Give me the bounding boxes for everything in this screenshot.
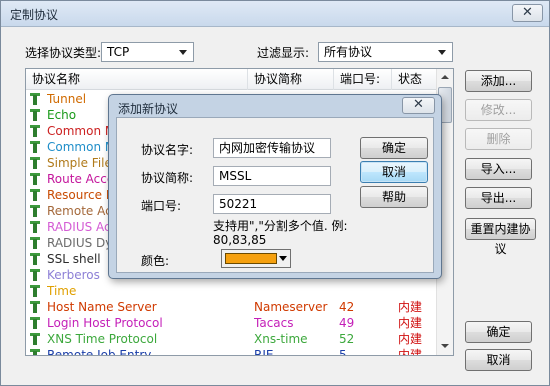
cell-protocol-name: Remote Job Entry — [47, 348, 152, 356]
protocol-icon — [30, 349, 40, 355]
display-filter-select[interactable]: 所有协议 — [318, 42, 453, 62]
cell-protocol-abbr: Tacacs — [254, 316, 294, 330]
port-hint-line-2: 80,83,85 — [213, 233, 267, 247]
dialog-title: 添加新协议 — [118, 102, 179, 116]
protocol-icon — [30, 237, 40, 249]
chevron-down-icon — [279, 256, 287, 261]
protocol-icon — [30, 189, 40, 201]
protocol-icon — [30, 157, 40, 169]
protocol-name-field[interactable]: 内网加密传输协议 — [213, 138, 331, 158]
list-header: 协议名称 协议简称 端口号: 状态 — [26, 69, 453, 90]
color-swatch — [225, 253, 277, 264]
cell-protocol-name: Host Name Server — [47, 300, 157, 314]
protocol-icon — [30, 221, 40, 233]
table-row[interactable]: XNS Time Protocol Xns-time 52 内建 — [26, 331, 453, 347]
cell-protocol-abbr: Nameserver — [254, 300, 328, 314]
cell-protocol-abbr: Xns-time — [254, 332, 308, 346]
scroll-down-arrow-icon[interactable] — [437, 338, 453, 355]
table-row[interactable]: Remote Job Entry RJE 5 内建 — [26, 347, 453, 356]
protocol-icon — [30, 173, 40, 185]
window-close-button[interactable]: ✕ — [512, 4, 543, 22]
cell-status: 内建 — [398, 316, 423, 330]
column-header-port[interactable]: 端口号: — [334, 69, 392, 90]
scroll-up-arrow-icon[interactable] — [437, 69, 453, 86]
table-row[interactable]: Host Name Server Nameserver 42 内建 — [26, 299, 453, 315]
protocol-type-select[interactable]: TCP — [101, 42, 194, 62]
display-filter-label: 过滤显示: — [257, 46, 310, 60]
protocol-icon — [30, 93, 40, 105]
cell-protocol-name: Time — [47, 284, 77, 298]
dialog-body: 协议名字: 内网加密传输协议 协议简称: MSSL 端口号: 50221 支持用… — [116, 117, 434, 273]
protocol-abbr-field[interactable]: MSSL — [213, 166, 331, 186]
cell-port: 52 — [339, 332, 355, 346]
protocol-icon — [30, 109, 40, 121]
ok-button[interactable]: 确定 — [465, 321, 532, 343]
dialog-ok-button[interactable]: 确定 — [360, 137, 428, 159]
cell-protocol-name: XNS Time Protocol — [47, 332, 158, 346]
table-row[interactable]: Login Host Protocol Tacacs 49 内建 — [26, 315, 453, 331]
title-bar: 定制协议 ✕ — [1, 1, 549, 27]
column-header-name[interactable]: 协议名称 — [26, 69, 248, 90]
import-button[interactable]: 导入... — [465, 158, 532, 180]
protocol-icon — [30, 253, 40, 265]
protocol-icon — [30, 205, 40, 217]
column-header-abbr[interactable]: 协议简称 — [248, 69, 334, 90]
modify-button[interactable]: 修改... — [465, 99, 532, 121]
protocol-icon — [30, 333, 40, 345]
delete-button[interactable]: 删除 — [465, 128, 532, 150]
export-button[interactable]: 导出... — [465, 187, 532, 209]
port-hint-line-1: 支持用","分割多个值. 例: — [213, 219, 348, 233]
protocol-type-value: TCP — [107, 45, 130, 59]
cell-protocol-abbr: RJE — [254, 348, 274, 356]
color-picker[interactable] — [221, 249, 291, 268]
cell-status: 内建 — [398, 348, 423, 356]
dialog-close-button[interactable]: ✕ — [402, 97, 435, 114]
cell-port — [339, 283, 389, 299]
cell-status — [398, 283, 434, 299]
protocol-icon — [30, 269, 40, 281]
port-label: 端口号: — [141, 199, 182, 213]
cell-status: 内建 — [398, 332, 423, 346]
color-label: 颜色: — [141, 254, 170, 268]
cell-protocol-name: Login Host Protocol — [47, 316, 163, 330]
protocol-icon — [30, 301, 40, 313]
cancel-button[interactable]: 取消 — [465, 349, 532, 371]
chevron-down-icon — [176, 46, 190, 58]
cell-port: 42 — [339, 300, 355, 314]
reset-builtin-button[interactable]: 重置内建协议 — [465, 218, 536, 256]
protocol-icon — [30, 125, 40, 137]
protocol-name-label: 协议名字: — [141, 143, 194, 157]
protocol-icon — [30, 141, 40, 153]
protocol-abbr-label: 协议简称: — [141, 171, 194, 185]
window-title: 定制协议 — [10, 8, 59, 22]
cell-port: 5 — [339, 348, 347, 356]
column-header-status[interactable]: 状态 — [392, 69, 437, 90]
protocol-icon — [30, 317, 40, 329]
dialog-help-button[interactable]: 帮助 — [360, 186, 428, 208]
table-row[interactable]: Time — [26, 283, 453, 299]
add-protocol-dialog: 添加新协议 ✕ 协议名字: 内网加密传输协议 协议简称: MSSL 端口号: 5… — [108, 94, 442, 279]
cell-protocol-abbr — [254, 283, 334, 299]
protocol-type-label: 选择协议类型: — [25, 46, 102, 60]
cell-status: 内建 — [398, 300, 423, 314]
dialog-cancel-button[interactable]: 取消 — [360, 161, 428, 183]
protocol-icon — [30, 285, 40, 297]
chevron-down-icon — [435, 46, 449, 58]
cell-port: 49 — [339, 316, 355, 330]
port-field[interactable]: 50221 — [213, 194, 331, 214]
display-filter-value: 所有协议 — [324, 45, 373, 59]
add-button[interactable]: 添加... — [465, 70, 532, 92]
